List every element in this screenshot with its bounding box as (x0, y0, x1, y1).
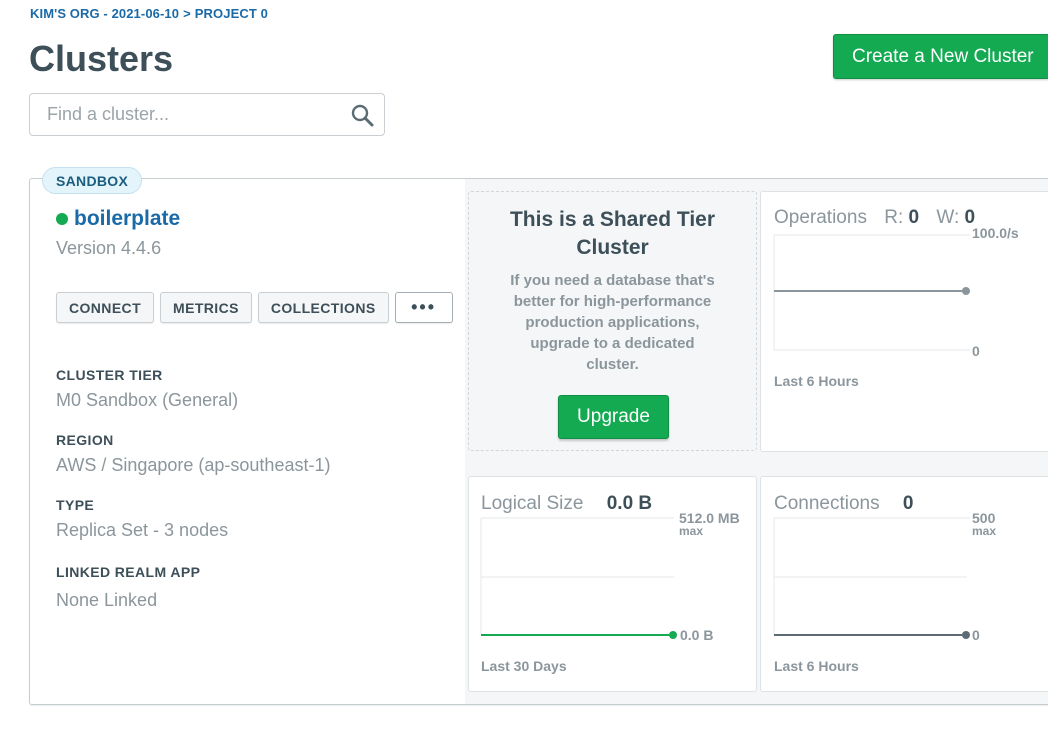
linked-realm-label: LINKED REALM APP (56, 564, 201, 580)
logical-size-label: Logical Size (481, 493, 584, 514)
logical-size-axis-min: 0.0 B (680, 627, 714, 643)
breadcrumb-project-link[interactable]: PROJECT 0 (195, 6, 268, 21)
region-value: AWS / Singapore (ap-southeast-1) (56, 455, 331, 475)
search-icon[interactable] (350, 103, 374, 127)
logical-size-chart (480, 517, 677, 639)
operations-chart (773, 234, 970, 351)
connect-button[interactable]: CONNECT (56, 292, 155, 323)
connections-range: Last 6 Hours (774, 658, 859, 674)
type-label: TYPE (56, 497, 95, 513)
cluster-tier-value: M0 Sandbox (General) (56, 390, 239, 410)
connections-label: Connections (774, 493, 880, 514)
logical-size-value: 0.0 B (606, 493, 653, 514)
operations-title: Operations R: 0 W: 0 (774, 207, 975, 229)
operations-w-label: W: (936, 207, 960, 228)
page-title: Clusters (29, 38, 174, 79)
operations-label: Operations (774, 207, 867, 228)
cluster-name-link[interactable]: boilerplate (74, 207, 180, 231)
linked-realm-value: None Linked (56, 590, 158, 610)
cluster-name-row: boilerplate (56, 207, 180, 231)
connections-max-sub: max (972, 524, 997, 538)
sandbox-badge: SANDBOX (42, 167, 143, 194)
shared-tier-promo: This is a Shared Tier Cluster If you nee… (468, 191, 757, 451)
cluster-version: Version 4.4.6 (56, 238, 162, 258)
create-cluster-button[interactable]: Create a New Cluster (833, 34, 1048, 79)
breadcrumb: KIM'S ORG - 2021-06-10 > PROJECT 0 (30, 6, 268, 21)
promo-title: This is a Shared Tier Cluster (509, 208, 716, 259)
connections-axis-min: 0 (972, 627, 980, 643)
connections-axis-max: 500 max (972, 511, 996, 537)
logical-size-axis-max: 512.0 MB max (679, 511, 740, 537)
promo-body: If you need a database that's better for… (510, 272, 715, 373)
status-dot-icon (56, 213, 68, 225)
region-label: REGION (56, 432, 114, 448)
operations-axis-min: 0 (972, 343, 980, 359)
metrics-button[interactable]: METRICS (160, 292, 252, 323)
breadcrumb-org-link[interactable]: KIM'S ORG - 2021-06-10 (30, 6, 179, 21)
more-options-button[interactable]: ••• (394, 292, 453, 323)
upgrade-button[interactable]: Upgrade (558, 395, 669, 439)
logical-size-range: Last 30 Days (481, 658, 567, 674)
cluster-actions: CONNECT METRICS COLLECTIONS ••• (56, 292, 453, 323)
connections-title: Connections 0 (774, 493, 913, 515)
logical-size-latest-point (669, 631, 677, 639)
operations-r-value: 0 (908, 207, 920, 228)
type-value: Replica Set - 3 nodes (56, 520, 229, 540)
operations-range: Last 6 Hours (774, 373, 859, 389)
collections-button[interactable]: COLLECTIONS (257, 292, 389, 323)
connections-value: 0 (902, 493, 914, 514)
breadcrumb-separator: > (183, 6, 191, 21)
cluster-search (29, 93, 385, 136)
cluster-tier-label: CLUSTER TIER (56, 367, 163, 383)
operations-r-label: R: (884, 207, 904, 228)
operations-latest-point (962, 287, 970, 295)
logical-size-max-sub: max (679, 524, 704, 538)
logical-size-title: Logical Size 0.0 B (481, 493, 652, 515)
operations-axis-max: 100.0/s (972, 225, 1019, 241)
connections-chart (773, 517, 970, 639)
search-input[interactable] (30, 104, 330, 125)
connections-latest-point (962, 631, 970, 639)
